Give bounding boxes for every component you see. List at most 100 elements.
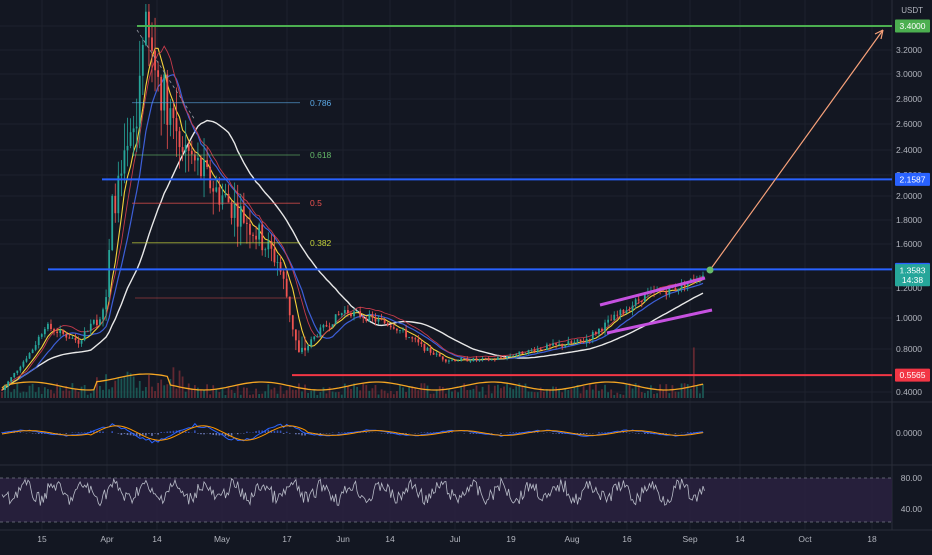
- volume-bar: [402, 387, 404, 398]
- candle-body: [255, 236, 257, 240]
- volume-bar: [662, 390, 664, 398]
- volume-bar: [264, 391, 266, 398]
- candle-body: [390, 326, 392, 328]
- candle-body: [641, 301, 643, 302]
- fib-level-label: 0.618: [310, 150, 332, 160]
- price-axis-tick-label: 3.2000: [896, 45, 922, 55]
- volume-bar: [656, 393, 658, 398]
- candle-body: [540, 349, 542, 350]
- volume-bar: [136, 388, 138, 398]
- volume-bar: [512, 389, 514, 398]
- volume-bar: [626, 384, 628, 398]
- candle-body: [592, 332, 594, 340]
- oscillator-histogram-bar: [194, 430, 196, 433]
- oscillator-histogram-bar: [41, 433, 43, 434]
- candle-body: [188, 145, 190, 151]
- volume-bar: [344, 384, 346, 398]
- candle-body: [537, 349, 539, 352]
- candle-body: [353, 311, 355, 316]
- volume-bar: [375, 385, 377, 398]
- candle-body: [580, 339, 582, 341]
- candle-body: [491, 359, 493, 360]
- volume-bar: [427, 386, 429, 398]
- volume-bar: [29, 386, 31, 398]
- volume-bar: [497, 385, 499, 398]
- candle-body: [307, 346, 309, 351]
- candle-body: [335, 314, 337, 324]
- oscillator-histogram-bar: [215, 433, 217, 435]
- candle-body: [206, 160, 208, 167]
- oscillator-histogram-bar: [289, 433, 291, 434]
- price-axis-tick-label: 2.6000: [896, 119, 922, 129]
- candle-body: [601, 329, 603, 331]
- volume-bar: [439, 386, 441, 398]
- candle-body: [405, 329, 407, 337]
- volume-bar: [546, 389, 548, 398]
- volume-bar: [368, 391, 370, 398]
- volume-bar: [619, 394, 621, 398]
- candle-body: [323, 325, 325, 327]
- candle-body: [96, 320, 98, 325]
- candle-body: [270, 241, 272, 249]
- volume-bar: [417, 390, 419, 398]
- volume-bar: [338, 392, 340, 398]
- time-axis-label: Jul: [450, 534, 461, 544]
- oscillator-histogram-bar: [148, 433, 150, 434]
- candle-body: [344, 310, 346, 313]
- volume-bar: [454, 390, 456, 398]
- candle-body: [316, 336, 318, 337]
- candle-body: [506, 356, 508, 358]
- candle-body: [473, 358, 475, 361]
- volume-bar: [448, 388, 450, 398]
- candle-body: [169, 108, 171, 125]
- volume-bar: [38, 387, 40, 398]
- oscillator-histogram-bar: [154, 433, 156, 434]
- candle-body: [124, 150, 126, 173]
- price-axis-tick-label: 2.0000: [896, 191, 922, 201]
- candle-body: [610, 320, 612, 321]
- candle-body: [482, 358, 484, 359]
- volume-bar: [381, 389, 383, 398]
- oscillator-histogram-bar: [604, 432, 606, 433]
- candle-body: [243, 206, 245, 223]
- oscillator-histogram-bar: [118, 433, 120, 434]
- candle-body: [414, 338, 416, 339]
- chart-container[interactable]: USDT 0.7860.6180.50.3823.40003.20003.000…: [0, 0, 932, 550]
- candle-body: [347, 310, 349, 313]
- volume-bar: [424, 383, 426, 398]
- volume-bar: [215, 389, 217, 398]
- volume-bar: [289, 386, 291, 398]
- volume-bar: [644, 393, 646, 398]
- candle-body: [607, 320, 609, 323]
- volume-bar: [690, 389, 692, 398]
- volume-bar: [148, 375, 150, 398]
- candle-body: [543, 350, 545, 351]
- oscillator-histogram-bar: [558, 433, 560, 434]
- candle-body: [515, 354, 517, 355]
- volume-bar: [206, 384, 208, 398]
- oscillator-histogram-bar: [173, 431, 175, 433]
- candle-body: [485, 358, 487, 359]
- candle-body: [616, 315, 618, 316]
- volume-bar: [460, 387, 462, 398]
- candle-body: [436, 354, 438, 355]
- candle-body: [10, 377, 12, 381]
- candle-body: [503, 358, 505, 359]
- candle-body: [469, 361, 471, 362]
- volume-bar: [304, 385, 306, 398]
- volume-bar: [356, 387, 358, 398]
- candle-body: [558, 344, 560, 345]
- candle-body: [528, 350, 530, 354]
- candle-body: [252, 235, 254, 236]
- candle-body: [574, 342, 576, 343]
- volume-bar: [647, 391, 649, 398]
- candle-body: [203, 160, 205, 176]
- oscillator-histogram-bar: [473, 433, 475, 434]
- time-axis-label: 19: [506, 534, 516, 544]
- candle-body: [494, 359, 496, 360]
- price-chart[interactable]: USDT 0.7860.6180.50.3823.40003.20003.000…: [0, 0, 932, 550]
- candle-body: [160, 77, 162, 111]
- volume-bar: [488, 385, 490, 398]
- oscillator-histogram-bar: [601, 432, 603, 433]
- candle-body: [166, 74, 168, 124]
